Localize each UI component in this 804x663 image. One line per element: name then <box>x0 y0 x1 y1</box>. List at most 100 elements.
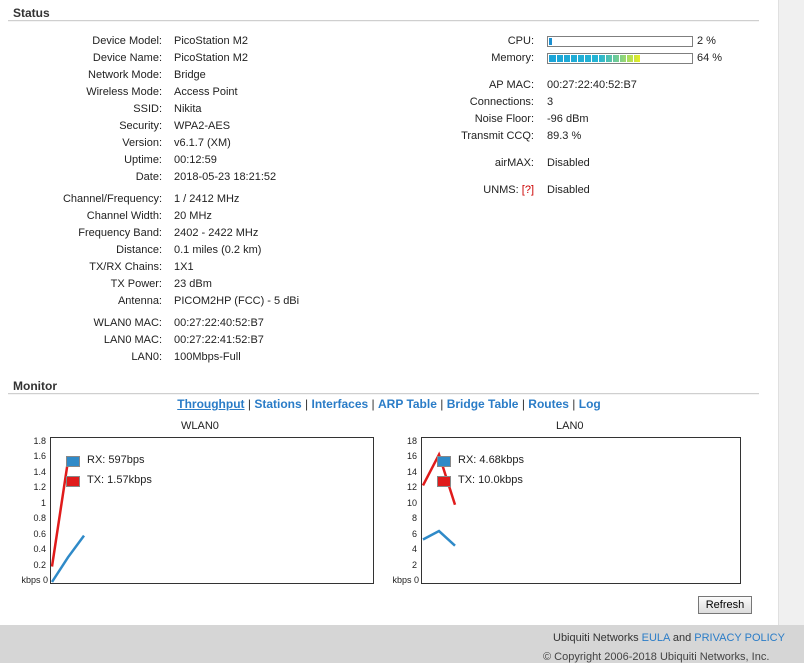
tab-separator: | <box>568 397 579 411</box>
status-value: 2018-05-23 18:21:52 <box>174 171 277 183</box>
lan0-y-tick-label: 12 <box>406 482 417 493</box>
lan0-y-tick-label: 14 <box>406 466 417 477</box>
status-value: 00:27:22:40:52:B7 <box>547 79 637 91</box>
status-label: Channel Width: <box>86 210 162 222</box>
tab-log[interactable]: Log <box>579 397 601 411</box>
tab-interfaces[interactable]: Interfaces <box>311 397 368 411</box>
wlan0-y-tick-label: 1.6 <box>33 451 46 462</box>
status-label: TX Power: <box>110 278 162 290</box>
status-value: PicoStation M2 <box>174 52 248 64</box>
lan0-y-tick-label: 16 <box>406 451 417 462</box>
lan0-y-tick-label: kbps 0 <box>392 575 419 585</box>
status-value: 3 <box>547 96 554 108</box>
status-label: Device Name: <box>92 52 162 64</box>
status-value: -96 dBm <box>547 113 589 125</box>
lan0-y-tick-label: 6 <box>411 528 417 539</box>
status-value: Disabled <box>547 157 590 169</box>
memory-bar-segment <box>605 55 606 62</box>
tab-separator: | <box>436 397 447 411</box>
status-value: 100Mbps-Full <box>174 351 241 363</box>
status-divider <box>8 20 759 22</box>
status-value: 20 MHz <box>174 210 212 222</box>
privacy-policy-link[interactable]: PRIVACY POLICY <box>694 632 785 644</box>
tab-separator: | <box>244 397 255 411</box>
status-label: WLAN0 MAC: <box>93 317 162 329</box>
lan0-y-tick-label: 8 <box>411 513 417 524</box>
status-label: Connections: <box>469 96 534 108</box>
footer-company: Ubiquiti Networks <box>553 632 639 644</box>
monitor-title: Monitor <box>13 379 57 393</box>
memory-bar-segment <box>563 55 564 62</box>
cpu-percent: 2 % <box>697 35 716 47</box>
memory-percent: 64 % <box>697 52 723 64</box>
status-value: 23 dBm <box>174 278 212 290</box>
wlan0-chart: RX: 597bps TX: 1.57kbps <box>50 437 374 584</box>
status-value: 00:12:59 <box>174 154 217 166</box>
lan0-y-tick-label: 2 <box>411 559 417 570</box>
memory-bar-segment <box>626 55 627 62</box>
status-value: 89.3 % <box>547 130 582 142</box>
lan0-series-rx-line <box>422 529 456 547</box>
wlan0-y-tick-label: kbps 0 <box>21 575 48 585</box>
memory-bar-segment <box>619 55 620 62</box>
wlan0-y-tick-label: 1.2 <box>33 482 46 493</box>
status-label: Network Mode: <box>88 69 162 81</box>
unms-label: UNMS: [?] <box>430 184 534 196</box>
memory-bar-segment <box>598 55 599 62</box>
status-label: Device Model: <box>92 35 162 47</box>
status-label: Version: <box>122 137 162 149</box>
status-label: Date: <box>135 171 162 183</box>
wlan0-y-tick-label: 0.4 <box>33 544 46 555</box>
status-title: Status <box>13 6 50 20</box>
status-value: 2402 - 2422 MHz <box>174 227 259 239</box>
status-value: 1X1 <box>174 261 194 273</box>
footer-copyright: © Copyright 2006-2018 Ubiquiti Networks,… <box>543 651 770 663</box>
memory-bar-segment <box>591 55 592 62</box>
wlan0-y-tick-label: 0.6 <box>33 528 46 539</box>
wlan0-legend-swatch <box>66 456 80 467</box>
wlan0-y-tick-label: 1.4 <box>33 466 46 477</box>
tab-separator: | <box>368 397 378 411</box>
wlan0-y-tick-label: 0.8 <box>33 513 46 524</box>
footer-links: Ubiquiti Networks EULA and PRIVACY POLIC… <box>553 632 785 644</box>
status-value: Bridge <box>174 69 206 81</box>
status-value: 00:27:22:41:52:B7 <box>174 334 264 346</box>
tab-routes[interactable]: Routes <box>528 397 569 411</box>
lan0-legend-swatch <box>437 476 451 487</box>
status-label: TX/RX Chains: <box>89 261 162 273</box>
lan0-legend-swatch <box>437 456 451 467</box>
memory-bar <box>547 53 693 64</box>
memory-bar-segment <box>633 55 634 62</box>
status-label: Wireless Mode: <box>86 86 162 98</box>
eula-link[interactable]: EULA <box>642 632 670 644</box>
status-value: PICOM2HP (FCC) - 5 dBi <box>174 295 300 307</box>
tab-arp-table[interactable]: ARP Table <box>378 397 437 411</box>
status-value: 1 / 2412 MHz <box>174 193 240 205</box>
tab-stations[interactable]: Stations <box>254 397 301 411</box>
status-label: Distance: <box>116 244 162 256</box>
lan0-legend-label: RX: 4.68kbps <box>458 454 525 466</box>
unms-help-link[interactable]: [?] <box>522 184 534 196</box>
wlan0-chart-title: WLAN0 <box>181 420 219 432</box>
lan0-chart-title: LAN0 <box>556 420 584 432</box>
memory-bar-segment <box>577 55 578 62</box>
status-label: LAN0 MAC: <box>103 334 162 346</box>
wlan0-y-tick-label: 1 <box>40 497 46 508</box>
lan0-legend-label: TX: 10.0kbps <box>458 474 523 486</box>
scrollbar-area[interactable] <box>778 0 804 625</box>
lan0-y-tick-label: 18 <box>406 436 417 446</box>
status-label: LAN0: <box>131 351 162 363</box>
status-label: Uptime: <box>124 154 162 166</box>
status-label: Transmit CCQ: <box>461 130 534 142</box>
wlan0-y-tick-label: 0.2 <box>33 559 46 570</box>
tab-throughput[interactable]: Throughput <box>177 397 244 411</box>
status-label: Security: <box>119 120 162 132</box>
footer-and: and <box>672 632 692 644</box>
status-label: Channel/Frequency: <box>62 193 162 205</box>
memory-bar-segment <box>584 55 585 62</box>
lan0-y-tick-label: 4 <box>411 544 417 555</box>
status-label: Antenna: <box>117 295 162 307</box>
tab-bridge-table[interactable]: Bridge Table <box>447 397 519 411</box>
refresh-button[interactable]: Refresh <box>698 596 752 614</box>
memory-label: Memory: <box>491 52 534 64</box>
